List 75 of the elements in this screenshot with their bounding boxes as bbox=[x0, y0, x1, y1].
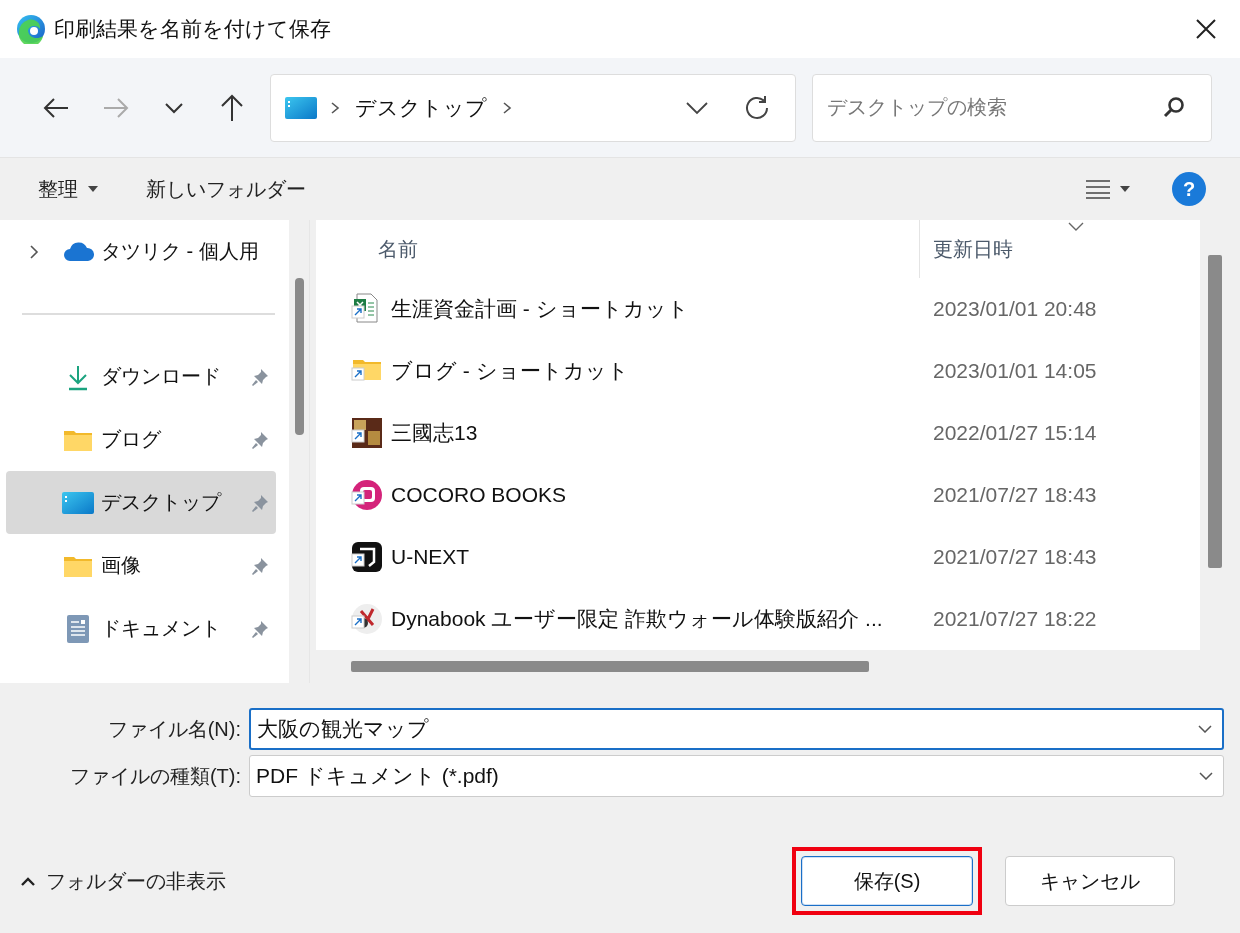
chevron-down-icon bbox=[1199, 772, 1213, 780]
breadcrumb[interactable]: デスクトップ bbox=[355, 93, 487, 122]
sort-caret-icon bbox=[1068, 222, 1084, 231]
column-header[interactable]: 名前 bbox=[316, 220, 920, 278]
document-icon bbox=[66, 613, 90, 644]
scrollbar-thumb[interactable] bbox=[294, 278, 304, 435]
caret-down-icon bbox=[88, 186, 98, 192]
file-type-dropdown[interactable]: PDF ドキュメント (*.pdf) bbox=[249, 755, 1224, 797]
sidebar-item[interactable]: ブログ bbox=[6, 408, 276, 471]
security-app-shortcut-icon bbox=[351, 603, 383, 635]
new-folder-button[interactable]: 新しいフォルダー bbox=[134, 169, 318, 209]
pin-icon[interactable] bbox=[250, 492, 270, 513]
hide-folders-button[interactable]: フォルダーの非表示 bbox=[20, 867, 226, 895]
back-arrow-icon bbox=[43, 96, 69, 119]
file-name[interactable]: U-NEXT bbox=[391, 545, 470, 569]
sidebar-label: ドキュメント bbox=[101, 616, 222, 641]
pin-icon[interactable] bbox=[250, 618, 270, 639]
pin-icon[interactable] bbox=[250, 429, 270, 450]
reader-app-shortcut-icon bbox=[351, 479, 383, 511]
file-name-field[interactable]: 大阪の観光マップ bbox=[249, 708, 1224, 750]
caret-down-icon bbox=[1120, 186, 1130, 192]
browser-logo-icon bbox=[16, 14, 46, 44]
search-icon bbox=[1162, 95, 1186, 120]
list-view-icon bbox=[1086, 179, 1110, 199]
chevron-up-icon bbox=[20, 876, 36, 886]
forward-arrow-icon bbox=[103, 96, 129, 119]
chevron-down-icon bbox=[1198, 725, 1212, 733]
save-button[interactable]: 保存(S) bbox=[801, 856, 973, 906]
expand-chevron-icon bbox=[28, 245, 40, 259]
file-name[interactable]: ブログ - ショートカット bbox=[391, 357, 629, 385]
address-bar[interactable]: デスクトップ bbox=[270, 73, 796, 142]
cloud-icon bbox=[62, 241, 94, 262]
desktop-icon bbox=[285, 96, 317, 119]
scrollbar-thumb[interactable] bbox=[1208, 255, 1222, 568]
date-modified: 2021/07/27 18:43 bbox=[932, 545, 1097, 569]
chevron-down-icon bbox=[685, 100, 709, 115]
search-field[interactable]: デスクトップの検索 bbox=[812, 73, 1212, 142]
cancel-button[interactable]: キャンセル bbox=[1005, 856, 1175, 906]
pin-icon[interactable] bbox=[250, 555, 270, 576]
chevron-right-icon bbox=[501, 100, 513, 115]
chevron-down-icon bbox=[164, 101, 184, 114]
file-name[interactable]: COCORO BOOKS bbox=[391, 483, 567, 507]
sidebar-item[interactable]: タツリク - 個人用 bbox=[6, 220, 276, 283]
refresh-icon bbox=[743, 93, 771, 122]
sidebar-item[interactable]: ドキュメント bbox=[6, 597, 276, 660]
file-name[interactable]: 三國志13 bbox=[391, 419, 478, 447]
field-label: ファイルの種類(T): bbox=[68, 763, 242, 789]
sidebar-item[interactable]: 画像 bbox=[6, 534, 276, 597]
pin-icon[interactable] bbox=[250, 366, 270, 387]
up-arrow-icon bbox=[220, 93, 244, 122]
sidebar-item[interactable]: デスクトップ bbox=[6, 471, 276, 534]
date-modified: 2021/07/27 18:43 bbox=[932, 483, 1097, 507]
desktop-icon bbox=[62, 491, 94, 514]
file-name[interactable]: 生涯資金計画 - ショートカット bbox=[391, 295, 689, 323]
organize-menu[interactable]: 整理 bbox=[26, 169, 110, 209]
date-modified: 2023/01/01 20:48 bbox=[932, 297, 1097, 321]
help-button[interactable]: ? bbox=[1172, 172, 1206, 206]
chevron-right-icon bbox=[329, 100, 341, 115]
file-name[interactable]: Dynabook ユーザー限定 詐欺ウォール体験版紹介 ... bbox=[391, 605, 883, 633]
sidebar-label: ブログ bbox=[101, 427, 162, 452]
sidebar-label: タツリク - 個人用 bbox=[101, 239, 260, 264]
sidebar-label: 画像 bbox=[101, 553, 142, 578]
date-modified: 2021/07/27 18:22 bbox=[932, 607, 1097, 631]
sidebar-item[interactable]: ダウンロード bbox=[6, 345, 276, 408]
sidebar-label: デスクトップ bbox=[101, 490, 223, 515]
sidebar-label: ダウンロード bbox=[101, 364, 222, 389]
field-label: ファイル名(N): bbox=[106, 716, 242, 742]
date-modified: 2022/01/27 15:14 bbox=[932, 421, 1097, 445]
window-title: 印刷結果を名前を付けて保存 bbox=[54, 16, 332, 42]
game-shortcut-icon bbox=[351, 417, 383, 449]
date-modified: 2023/01/01 14:05 bbox=[932, 359, 1097, 383]
scrollbar-thumb[interactable] bbox=[351, 661, 869, 672]
close-icon bbox=[1195, 18, 1217, 40]
column-header[interactable]: 更新日時 bbox=[920, 220, 1013, 278]
video-app-shortcut-icon bbox=[351, 541, 383, 573]
